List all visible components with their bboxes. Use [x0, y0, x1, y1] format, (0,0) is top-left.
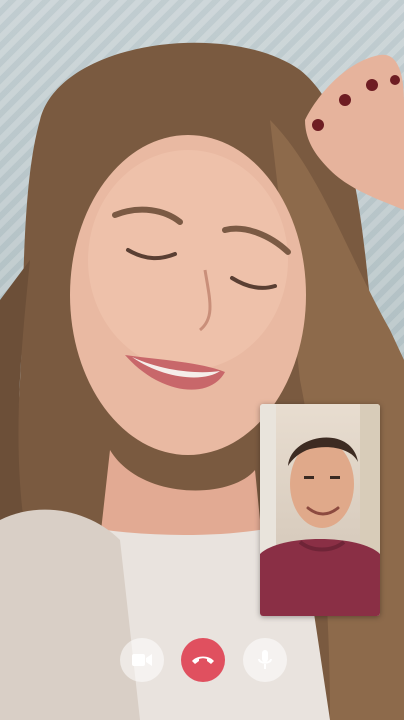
- toggle-video-button[interactable]: [120, 638, 164, 682]
- end-call-button[interactable]: [181, 638, 225, 682]
- phone-hangup-icon: [192, 656, 214, 664]
- self-view-preview[interactable]: [260, 404, 380, 616]
- video-camera-icon: [132, 654, 152, 666]
- toggle-mic-button[interactable]: [243, 638, 287, 682]
- call-controls-bar: [0, 638, 404, 684]
- microphone-icon: [258, 650, 272, 669]
- self-person-image: [260, 404, 380, 616]
- video-call-screen: [0, 0, 404, 720]
